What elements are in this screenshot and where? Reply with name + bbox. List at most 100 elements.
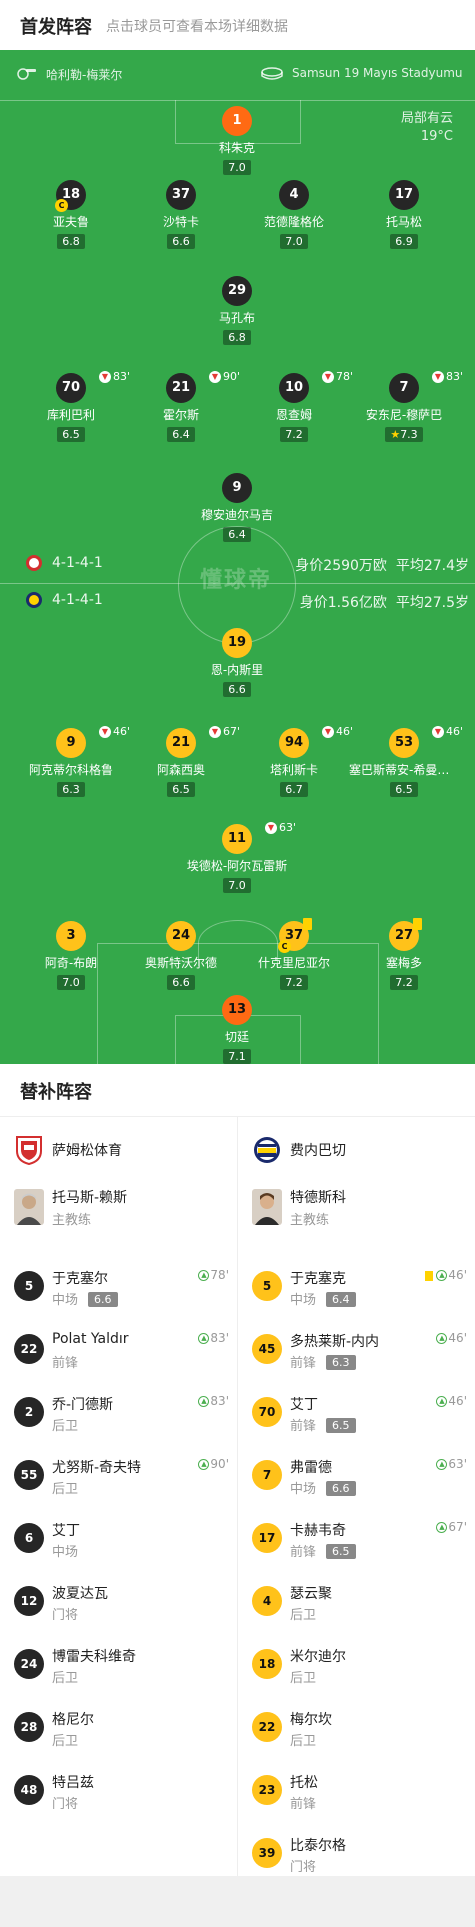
- sub-number: 17: [252, 1523, 282, 1553]
- player-rating: 7.2: [280, 427, 308, 442]
- away-sub-row[interactable]: 45 多热莱斯-内内 前锋 6.3 ▲ 46': [238, 1322, 475, 1385]
- stadium-name: Samsun 19 Mayıs Stadyumu: [292, 66, 463, 80]
- home-player-37[interactable]: 37 沙特卡 6.6: [126, 180, 236, 249]
- player-rating: 7.0: [223, 878, 251, 893]
- home-sub-row[interactable]: 22 Polat Yaldır 前锋 ▲ 83': [0, 1322, 237, 1385]
- away-player-3[interactable]: 3 阿奇-布朗 7.0: [16, 921, 126, 990]
- player-number: 9: [56, 728, 86, 758]
- home-sub-row[interactable]: 55 尤努斯-奇夫特 后卫 ▲ 90': [0, 1448, 237, 1511]
- home-player-9[interactable]: 9 穆安迪尔马吉 6.4: [182, 473, 292, 542]
- home-player-7[interactable]: 7 ▼ 83' 安东尼-穆萨巴 ★7.3: [349, 370, 463, 442]
- watermark-logo: 懂球帝: [200, 568, 273, 593]
- home-sub-row[interactable]: 24 博雷夫科维奇 后卫: [0, 1637, 237, 1700]
- player-name: 阿森西奥: [156, 763, 205, 777]
- home-sub-row[interactable]: 12 波夏达瓦 门将: [0, 1574, 237, 1637]
- player-name: 塞梅多: [385, 956, 422, 970]
- home-player-4[interactable]: 4 范德隆格伦 7.0: [239, 180, 349, 249]
- player-number: 7: [389, 373, 419, 403]
- sub-name: 比泰尔格: [290, 1838, 346, 1854]
- home-player-21[interactable]: 21 ▼ 90' 霍尔斯 6.4: [126, 370, 240, 442]
- away-sub-row[interactable]: 18 米尔迪尔 后卫: [238, 1637, 475, 1700]
- home-coach[interactable]: 托马斯-赖斯 主教练: [0, 1179, 237, 1259]
- whistle-icon: [17, 68, 36, 80]
- home-player-29[interactable]: 29 马孔布 6.8: [182, 276, 292, 345]
- home-sub-row[interactable]: 5 于克塞尔 中场 6.6 ▲ 78': [0, 1259, 237, 1322]
- home-sub-row[interactable]: 48 特吕兹 门将: [0, 1763, 237, 1826]
- away-player-37[interactable]: 37 C 什克里尼亚尔 7.2: [239, 918, 349, 990]
- away-sub-row[interactable]: 22 梅尔坎 后卫: [238, 1700, 475, 1763]
- sub-out-icon: ▼: [322, 371, 334, 383]
- player-rating: 6.4: [223, 527, 251, 542]
- home-team-row[interactable]: 萨姆松体育: [0, 1116, 237, 1179]
- player-number: 29: [222, 276, 252, 306]
- player-number: 21: [166, 728, 196, 758]
- mvp-star-icon: ★: [390, 428, 401, 441]
- samsunspor-logo-icon: [16, 1136, 42, 1165]
- away-sub-row[interactable]: 4 瑟云聚 后卫: [238, 1574, 475, 1637]
- sub-rating: 6.4: [326, 1292, 356, 1307]
- sub-number: 5: [14, 1271, 44, 1301]
- sub-name: 波夏达瓦: [52, 1586, 108, 1602]
- sub-position: 后卫: [290, 1608, 317, 1623]
- stadium-icon: [261, 67, 283, 80]
- sub-position: 后卫: [290, 1734, 317, 1749]
- home-player-gk[interactable]: 1 科朱克 7.0: [182, 106, 292, 175]
- sub-rating: 6.5: [326, 1418, 356, 1433]
- home-player-18[interactable]: 18 C 亚夫鲁 6.8: [16, 180, 126, 249]
- away-player-21[interactable]: 21 ▼ 67' 阿森西奥 6.5: [126, 725, 240, 797]
- home-player-70[interactable]: 70 ▼ 83' 库利巴利 6.5: [16, 370, 130, 442]
- away-player-53[interactable]: 53 ▼ 46' 塞巴斯蒂安-希曼斯基 6.5: [349, 725, 463, 797]
- away-sub-row[interactable]: 70 艾丁 前锋 6.5 ▲ 46': [238, 1385, 475, 1448]
- sub-position: 后卫: [52, 1482, 79, 1497]
- home-player-10[interactable]: 10 ▼ 78' 恩查姆 7.2: [239, 370, 353, 442]
- away-player-gk[interactable]: 13 切廷 7.1: [182, 995, 292, 1064]
- home-value: 身价2590万欧: [295, 558, 387, 574]
- sub-number: 24: [14, 1649, 44, 1679]
- home-sub-row[interactable]: 28 格尼尔 后卫: [0, 1700, 237, 1763]
- sub-in-icon: ▲: [436, 1270, 448, 1281]
- player-rating: 6.4: [167, 427, 195, 442]
- sub-in-time: ▲ 83': [198, 1331, 229, 1345]
- sub-out-icon: ▼: [432, 371, 444, 383]
- away-sub-row[interactable]: 5 于克塞克 中场 6.4 ▲ 46': [238, 1259, 475, 1322]
- sub-number: 6: [14, 1523, 44, 1553]
- sub-out-icon: ▼: [99, 371, 111, 383]
- player-rating: ★7.3: [385, 427, 423, 442]
- sub-out-icon: ▼: [209, 371, 221, 383]
- sub-in-icon: ▲: [198, 1459, 210, 1470]
- sub-name: 乔-门德斯: [52, 1397, 114, 1413]
- sub-name: 特吕兹: [52, 1775, 94, 1791]
- yellow-card-icon: [303, 918, 312, 930]
- away-sub-row[interactable]: 17 卡赫韦奇 前锋 6.5 ▲ 67': [238, 1511, 475, 1574]
- home-sub-row[interactable]: 6 艾丁 中场: [0, 1511, 237, 1574]
- away-player-19[interactable]: 19 恩-内斯里 6.6: [182, 628, 292, 697]
- player-rating: 7.0: [223, 160, 251, 175]
- sub-position: 中场 6.4: [290, 1289, 356, 1308]
- player-rating: 6.5: [167, 782, 195, 797]
- home-team-badge-icon: [26, 555, 42, 571]
- away-player-24[interactable]: 24 奥斯特沃尔德 6.6: [126, 921, 236, 990]
- home-player-17[interactable]: 17 托马松 6.9: [349, 180, 459, 249]
- sub-in-icon: ▲: [198, 1396, 210, 1407]
- sub-rating: 6.5: [326, 1544, 356, 1559]
- player-name: 托马松: [385, 215, 422, 229]
- sub-number: 22: [14, 1334, 44, 1364]
- sub-out-icon: ▼: [322, 726, 334, 738]
- player-number: 94: [279, 728, 309, 758]
- away-sub-row[interactable]: 23 托松 前锋: [238, 1763, 475, 1826]
- player-number: 21: [166, 373, 196, 403]
- away-player-11[interactable]: 11 ▼ 63' 埃德松-阿尔瓦雷斯 7.0: [182, 821, 296, 893]
- away-player-9[interactable]: 9 ▼ 46' 阿克蒂尔科格鲁 6.3: [16, 725, 130, 797]
- player-name: 塔利斯卡: [269, 763, 318, 777]
- sub-number: 5: [252, 1271, 282, 1301]
- away-team-row[interactable]: 费内巴切: [238, 1116, 475, 1179]
- away-sub-row[interactable]: 7 弗雷德 中场 6.6 ▲ 63': [238, 1448, 475, 1511]
- away-coach[interactable]: 特德斯科 主教练: [238, 1179, 475, 1259]
- home-sub-row[interactable]: 2 乔-门德斯 后卫 ▲ 83': [0, 1385, 237, 1448]
- away-player-94[interactable]: 94 ▼ 46' 塔利斯卡 6.7: [239, 725, 353, 797]
- sub-position: 前锋 6.5: [290, 1415, 356, 1434]
- player-name: 科朱克: [218, 141, 255, 155]
- sub-name: 艾丁: [290, 1397, 318, 1413]
- lineup-title: 首发阵容: [20, 17, 92, 38]
- away-player-27[interactable]: 27 塞梅多 7.2: [349, 918, 459, 990]
